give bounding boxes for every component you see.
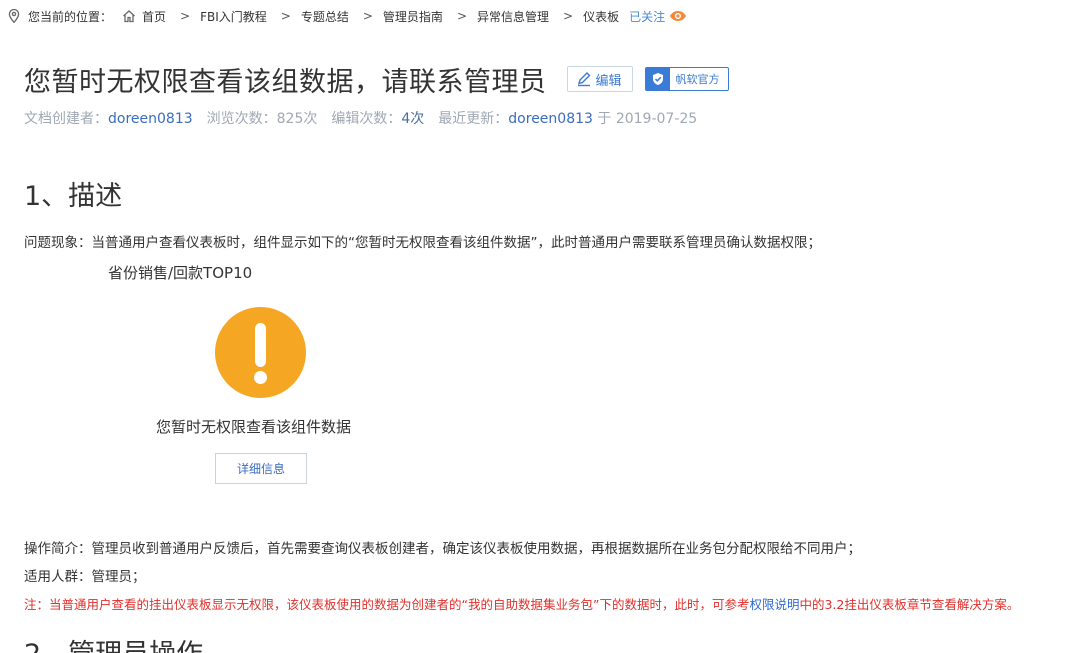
doc-meta: 文档创建者：doreen0813 浏览次数：825次 编辑次数：4次 最近更新：…	[24, 108, 711, 128]
breadcrumb-home-label: 首页	[142, 9, 167, 24]
eye-icon	[669, 9, 687, 23]
breadcrumb-prefix: 您当前的位置：	[28, 9, 113, 24]
meta-views-label: 浏览次数：	[206, 111, 277, 127]
edit-button[interactable]: 编辑	[566, 66, 633, 92]
exclamation-warning-icon	[215, 307, 306, 398]
breadcrumb-item-admin-guide[interactable]: 管理员指南	[383, 8, 443, 25]
breadcrumb-home[interactable]: 首页	[122, 8, 166, 25]
shield-check-icon	[645, 68, 670, 90]
operation-paragraph: 操作简介：管理员收到普通用户反馈后，首先需要查询仪表板创建者，确定该仪表板使用数…	[24, 541, 861, 557]
title-row: 您暂时无权限查看该组数据，请联系管理员 编辑 帆软官方	[24, 58, 729, 100]
breadcrumb-item-topic-summary[interactable]: 专题总结	[301, 8, 349, 25]
note-text-after: 中的3.2挂出仪表板章节查看解决方案。	[799, 597, 1020, 612]
meta-views: 浏览次数：825次	[207, 108, 318, 128]
breadcrumb-item-exception-management[interactable]: 异常信息管理	[477, 8, 549, 25]
detail-info-button[interactable]: 详细信息	[215, 453, 307, 484]
breadcrumb-item-fbi-tutorial[interactable]: FBI入门教程	[200, 8, 267, 25]
meta-updated-date: 于 2019-07-25	[597, 111, 698, 127]
breadcrumb: 您当前的位置： 首页 > FBI入门教程 > 专题总结 > 管理员指南 > 异常…	[6, 6, 687, 26]
breadcrumb-separator: >	[180, 9, 191, 23]
section-heading-admin-operation: 2、管理员操作	[24, 632, 203, 653]
follow-label: 已关注	[629, 9, 666, 24]
meta-edits: 编辑次数：4次	[331, 108, 424, 128]
meta-creator: 文档创建者：doreen0813	[24, 108, 193, 128]
section-heading-description: 1、描述	[24, 181, 123, 212]
meta-creator-link[interactable]: doreen0813	[108, 111, 193, 127]
breadcrumb-separator: >	[456, 9, 467, 23]
meta-creator-label: 文档创建者：	[24, 111, 108, 127]
pencil-icon	[576, 71, 592, 87]
home-icon	[122, 9, 136, 23]
meta-updated-by-link[interactable]: doreen0813	[508, 111, 593, 127]
edit-button-label: 编辑	[595, 73, 622, 89]
breadcrumb-item-dashboard[interactable]: 仪表板	[583, 8, 619, 25]
audience-paragraph: 适用人群：管理员；	[24, 569, 146, 585]
breadcrumb-separator: >	[280, 9, 291, 23]
location-pin-icon	[6, 8, 22, 24]
meta-edits-label: 编辑次数：	[331, 111, 402, 127]
widget-title: 省份销售/回款TOP10	[108, 264, 253, 282]
page-title: 您暂时无权限查看该组数据，请联系管理员	[24, 66, 547, 98]
meta-updated: 最近更新：doreen0813 于 2019-07-25	[438, 108, 697, 128]
breadcrumb-separator: >	[362, 9, 373, 23]
issue-paragraph: 问题现象：当普通用户查看仪表板时，组件显示如下的“您暂时无权限查看该组件数据”，…	[24, 235, 821, 251]
permission-doc-link[interactable]: 权限说明	[749, 597, 799, 612]
meta-updated-label: 最近更新：	[438, 111, 509, 127]
widget-message: 您暂时无权限查看该组件数据	[156, 418, 352, 436]
official-badge-label: 帆软官方	[675, 73, 720, 86]
official-badge: 帆软官方	[644, 67, 729, 91]
meta-views-value: 825次	[276, 111, 318, 127]
meta-edits-value: 4次	[401, 111, 425, 127]
note-text-before: 注：当普通用户查看的挂出仪表板显示无权限，该仪表板使用的数据为创建者的“我的自助…	[24, 597, 750, 612]
follow-toggle[interactable]: 已关注	[629, 8, 687, 25]
note-paragraph: 注：当普通用户查看的挂出仪表板显示无权限，该仪表板使用的数据为创建者的“我的自助…	[24, 594, 1019, 613]
doc-page: 您当前的位置： 首页 > FBI入门教程 > 专题总结 > 管理员指南 > 异常…	[0, 0, 1085, 653]
breadcrumb-separator: >	[563, 9, 574, 23]
